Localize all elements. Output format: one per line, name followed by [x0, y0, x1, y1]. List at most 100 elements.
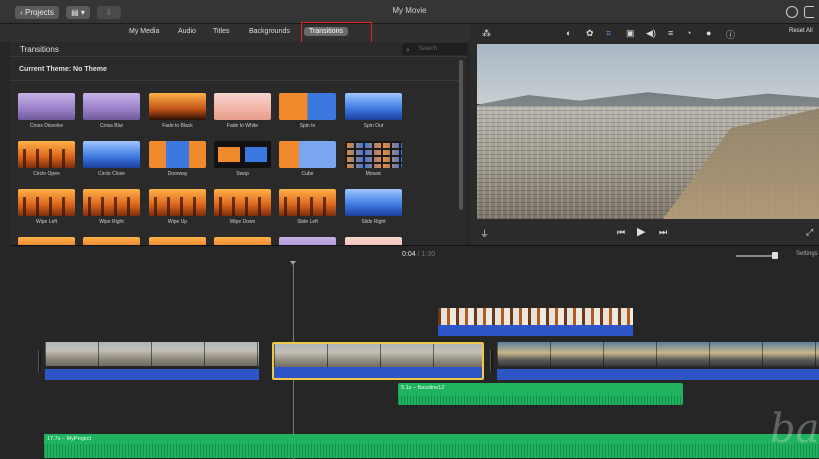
transition-label: Swap [236, 171, 249, 177]
transition-thumbnail [149, 237, 206, 245]
transition-tile[interactable] [83, 237, 140, 245]
microphone-icon[interactable]: ⏚ [480, 227, 489, 240]
transition-thumbnail [345, 141, 402, 168]
transition-tile[interactable] [279, 237, 336, 245]
volume-icon[interactable]: ◀) [646, 28, 656, 39]
transition-tile[interactable] [345, 237, 402, 245]
fullscreen-icon[interactable] [804, 6, 814, 18]
stabilization-icon[interactable]: ▣ [626, 28, 635, 39]
imovie-window: ‹ Projects ▤ ▾ ⇩ My Movie My Media Audio… [0, 0, 819, 459]
play-icon[interactable]: ▶ [637, 225, 645, 238]
audio-clip-bassline[interactable]: 5.1s – Bassline12 [398, 383, 683, 405]
transition-tile[interactable]: Mosaic [345, 141, 402, 177]
transition-label: Circle Open [33, 171, 60, 177]
transition-thumbnail [345, 93, 402, 120]
settings-button[interactable]: Settings [796, 251, 818, 257]
noise-reduction-icon[interactable]: ≡ [668, 28, 673, 38]
transition-thumbnail [83, 93, 140, 120]
watermark-logo: ba [770, 406, 819, 452]
transition-label: Circle Close [98, 171, 125, 177]
video-preview [477, 44, 819, 219]
transition-tile[interactable]: Cross Dissolve [18, 93, 75, 129]
filter-icon[interactable]: ● [706, 28, 711, 38]
crop-icon[interactable]: ⌗ [606, 28, 611, 39]
tab-titles[interactable]: Titles [213, 28, 229, 35]
transition-tile[interactable]: Circle Close [83, 141, 140, 177]
transition-tile[interactable]: Slide Left [279, 189, 336, 225]
timeline[interactable]: 0:04 / 1:30 Settings 5.1s – Bassline12 1… [10, 245, 819, 459]
color-balance-icon[interactable]: ◐ [566, 28, 571, 38]
transition-tile[interactable]: Swap [214, 141, 271, 177]
clip-filmstrip [438, 308, 633, 325]
reset-all-button[interactable]: Reset All [789, 28, 813, 34]
clip-filmstrip [45, 342, 259, 366]
transition-tile[interactable]: Cross Blur [83, 93, 140, 129]
transition-thumbnail [83, 237, 140, 245]
transition-tile[interactable] [149, 237, 206, 245]
browser-scrollbar[interactable] [459, 60, 463, 210]
fullscreen-expand-icon[interactable]: ⤢ [806, 227, 813, 238]
cutaway-clip[interactable] [438, 308, 633, 336]
clip-audio-track [274, 367, 482, 378]
share-icon[interactable] [786, 6, 798, 18]
magic-wand-icon[interactable]: ⁂ [482, 28, 491, 39]
audio-clip-label: 5.1s – Bassline12 [401, 385, 445, 391]
info-icon[interactable]: ⓘ [726, 28, 735, 41]
transitions-tab-highlight [301, 22, 372, 44]
transition-tile[interactable]: Wipe Down [214, 189, 271, 225]
browser-title: Transitions [20, 45, 59, 54]
transition-tile[interactable]: Fade to Black [149, 93, 206, 129]
transition-thumbnail [18, 93, 75, 120]
audio-waveform [398, 396, 683, 405]
transition-thumbnail [279, 189, 336, 216]
divider [10, 80, 460, 81]
background-music-track[interactable]: 17.7s – MyProject [44, 434, 819, 458]
transition-thumbnail [345, 237, 402, 245]
transition-thumbnail [83, 141, 140, 168]
speed-icon[interactable]: ◔ [686, 28, 691, 38]
transition-tile[interactable]: Wipe Left [18, 189, 75, 225]
tab-backgrounds[interactable]: Backgrounds [249, 28, 290, 35]
zoom-slider-knob[interactable] [772, 252, 778, 259]
clip-handle[interactable] [38, 350, 41, 372]
current-theme-label: Current Theme: No Theme [19, 66, 107, 73]
music-track-label: 17.7s – MyProject [47, 436, 92, 442]
color-correction-icon[interactable]: ✿ [586, 28, 594, 39]
timecode: 0:04 / 1:30 [402, 251, 435, 258]
timeline-clip-3[interactable] [497, 342, 819, 380]
clip-audio-track [497, 369, 819, 380]
zoom-slider-track[interactable] [736, 255, 776, 257]
tab-audio[interactable]: Audio [178, 28, 196, 35]
search-icon: ⌕ [406, 47, 410, 54]
transition-label: Wipe Left [35, 219, 58, 225]
search-input[interactable]: ⌕ Search [402, 43, 467, 55]
transition-tile[interactable]: Spin In [279, 93, 336, 129]
music-waveform [44, 444, 819, 458]
transition-tile[interactable]: Doorway [149, 141, 206, 177]
transition-tile[interactable]: Fade to White [214, 93, 271, 129]
skip-forward-icon[interactable]: ⏭ [659, 227, 667, 238]
clip-handle[interactable] [490, 350, 493, 372]
skip-back-icon[interactable]: ⏮ [617, 227, 625, 238]
transition-tile[interactable]: Spin Out [345, 93, 402, 129]
transition-tile[interactable]: Wipe Up [149, 189, 206, 225]
current-time: 0:04 [402, 251, 416, 258]
timeline-clip-1[interactable] [45, 342, 259, 380]
transition-tile[interactable]: Wipe Right [83, 189, 140, 225]
tab-my-media[interactable]: My Media [129, 28, 159, 35]
transition-thumbnail [18, 189, 75, 216]
timeline-clip-2-selected[interactable] [272, 342, 484, 380]
transition-thumbnail [18, 237, 75, 245]
transition-tile[interactable]: Slide Right [345, 189, 402, 225]
transition-tile[interactable]: Cube [279, 141, 336, 177]
transition-thumbnail [345, 189, 402, 216]
media-tabs: My Media Audio Titles Backgrounds Transi… [0, 24, 470, 42]
window-title: My Movie [392, 6, 427, 15]
timecode-separator: / [417, 251, 420, 258]
transition-tile[interactable] [18, 237, 75, 245]
transition-label: Spin In [299, 123, 316, 129]
transition-tile[interactable]: Circle Open [18, 141, 75, 177]
transition-tile[interactable] [214, 237, 271, 245]
clip-audio-track [45, 369, 259, 380]
transition-thumbnail [279, 141, 336, 168]
